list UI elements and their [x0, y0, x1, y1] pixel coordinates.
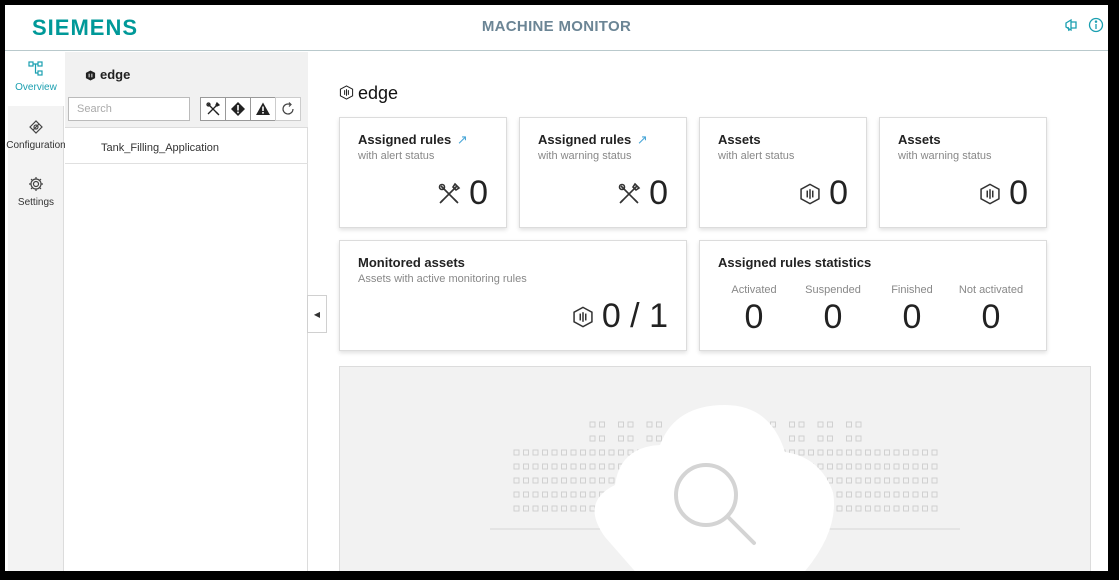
- external-link-icon[interactable]: ↗: [457, 132, 468, 147]
- nav-label-configuration: Configuration: [6, 140, 66, 151]
- tools-filter-button[interactable]: [200, 97, 226, 121]
- app-title: MACHINE MONITOR: [481, 18, 632, 35]
- nav-item-overview[interactable]: Overview: [8, 52, 64, 106]
- tree-node-tank-filling[interactable]: Tank_Filling_Application: [101, 142, 219, 154]
- card-value: 0: [617, 174, 668, 213]
- rules-alert-count: 0: [469, 174, 488, 212]
- stat-label: Suspended: [805, 284, 861, 296]
- card-title: Assets: [718, 132, 761, 147]
- card-title: Assigned rules ↗: [358, 132, 468, 147]
- stat-value: 0: [744, 298, 764, 336]
- edge-device-icon: [85, 69, 96, 84]
- monitored-assets-count: 0 / 1: [601, 297, 668, 335]
- chevron-left-icon: ◀: [313, 309, 321, 319]
- assets-alert-count: 0: [829, 174, 848, 212]
- card-rules-alert: Assigned rules ↗ with alert status 0: [339, 117, 507, 228]
- configuration-icon: [29, 120, 43, 134]
- card-rules-statistics: Assigned rules statistics Activated 0 Su…: [699, 240, 1047, 351]
- card-assets-alert: Assets with alert status 0: [699, 117, 867, 228]
- tree-root-label: edge: [100, 67, 131, 82]
- search-input[interactable]: [68, 97, 190, 121]
- stat-activated: Activated 0: [714, 284, 794, 337]
- stat-label: Finished: [891, 284, 933, 296]
- edge-device-outline-icon: [339, 84, 354, 105]
- filter-buttons: [200, 97, 301, 121]
- tree-divider: [65, 163, 308, 164]
- warning-icon: [256, 102, 270, 115]
- app-window: SIEMENS MACHINE MONITOR Overview Configu…: [5, 5, 1108, 571]
- stat-label: Not activated: [958, 284, 1024, 296]
- refresh-button[interactable]: [275, 97, 301, 121]
- empty-state-illustration: [339, 366, 1091, 571]
- card-title: Assets: [898, 132, 941, 147]
- card-subtitle: with warning status: [538, 150, 632, 162]
- assets-warning-count: 0: [1009, 174, 1028, 212]
- hierarchy-icon: [28, 61, 43, 76]
- page-title-label: edge: [358, 83, 399, 103]
- left-nav: Overview Configuration Settings: [6, 52, 66, 571]
- card-value: 0: [979, 174, 1028, 213]
- card-title: Assigned rules ↗: [538, 132, 648, 147]
- card-monitored-assets: Monitored assets Assets with active moni…: [339, 240, 687, 351]
- alert-icon: [231, 102, 245, 116]
- stat-value: 0: [823, 298, 843, 336]
- nav-label-overview: Overview: [15, 82, 57, 93]
- card-rules-warning: Assigned rules ↗ with warning status 0: [519, 117, 687, 228]
- card-subtitle: with warning status: [898, 150, 992, 162]
- tree-header: edge: [65, 52, 308, 128]
- tools-icon: [618, 182, 641, 204]
- nav-label-settings: Settings: [17, 197, 55, 208]
- alert-filter-button[interactable]: [225, 97, 251, 121]
- asset-tree-panel: edge Tank_Filling_Application: [65, 52, 308, 571]
- refresh-icon: [282, 102, 294, 115]
- page-title: edge: [339, 83, 398, 105]
- rules-warning-count: 0: [649, 174, 668, 212]
- stat-not-activated: Not activated 0: [951, 284, 1031, 337]
- tree-root-title[interactable]: edge: [85, 67, 130, 84]
- tools-icon: [206, 101, 221, 116]
- card-value: 0 / 1: [572, 297, 668, 336]
- card-value: 0: [799, 174, 848, 213]
- cloud-search-illustration: [490, 405, 960, 571]
- asset-icon: [980, 183, 1000, 204]
- card-title: Assigned rules statistics: [718, 255, 872, 270]
- stat-label: Activated: [731, 284, 777, 296]
- stat-value: 0: [981, 298, 1001, 336]
- gear-icon: [29, 177, 43, 191]
- card-value: 0: [437, 174, 488, 213]
- card-subtitle: with alert status: [718, 150, 795, 162]
- header-bar: SIEMENS MACHINE MONITOR: [5, 5, 1108, 51]
- nav-item-settings[interactable]: Settings: [8, 167, 64, 221]
- asset-icon: [800, 183, 820, 204]
- warning-filter-button[interactable]: [250, 97, 276, 121]
- info-icon[interactable]: [1088, 17, 1106, 35]
- asset-icon: [573, 306, 593, 327]
- tools-icon: [438, 182, 461, 204]
- card-title: Monitored assets: [358, 255, 465, 270]
- stat-finished: Finished 0: [872, 284, 952, 337]
- stat-suspended: Suspended 0: [793, 284, 873, 337]
- nav-item-configuration[interactable]: Configuration: [6, 110, 66, 164]
- external-link-icon[interactable]: ↗: [637, 132, 648, 147]
- card-assets-warning: Assets with warning status 0: [879, 117, 1047, 228]
- collapse-panel-button[interactable]: ◀: [307, 295, 327, 333]
- card-subtitle: Assets with active monitoring rules: [358, 273, 527, 285]
- notification-icon[interactable]: [1063, 17, 1081, 35]
- stat-value: 0: [902, 298, 922, 336]
- card-subtitle: with alert status: [358, 150, 435, 162]
